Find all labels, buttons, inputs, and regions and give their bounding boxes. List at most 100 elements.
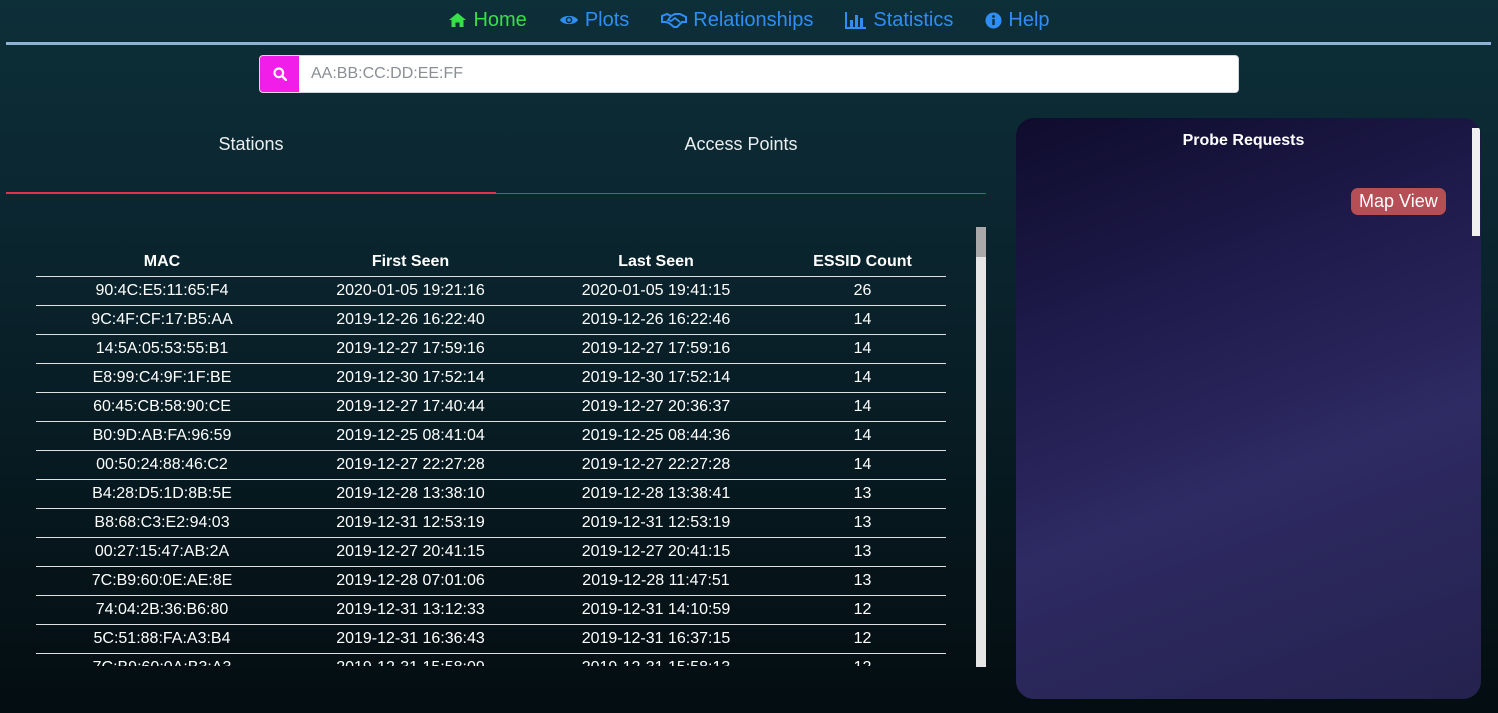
table-row[interactable]: B4:28:D5:1D:8B:5E 2019-12-28 13:38:10 2019…: [36, 479, 946, 509]
tab-stations[interactable]: Stations: [6, 118, 496, 194]
cell-essid-count: 12: [779, 653, 946, 666]
stations-table-container: MAC First Seen Last Seen ESSID Count 90:…: [36, 246, 946, 666]
cell-mac: 9C:4F:CF:17:B5:AA: [36, 305, 288, 335]
cell-first-seen: 2019-12-31 16:36:43: [288, 624, 533, 654]
tab-stations-label: Stations: [218, 134, 284, 154]
cell-first-seen: 2019-12-28 13:38:10: [288, 479, 533, 509]
home-icon: [449, 13, 467, 27]
cell-last-seen: 2019-12-27 20:41:15: [533, 537, 779, 567]
cell-mac: E8:99:C4:9F:1F:BE: [36, 363, 288, 393]
stations-table: MAC First Seen Last Seen ESSID Count 90:…: [36, 246, 946, 666]
table-row[interactable]: 9C:4F:CF:17:B5:AA 2019-12-26 16:22:40 2019…: [36, 305, 946, 335]
info-circle-icon: [985, 12, 1002, 28]
nav-divider: [6, 42, 1491, 45]
cell-first-seen: 2019-12-31 15:58:09: [288, 653, 533, 666]
cell-first-seen: 2019-12-27 17:40:44: [288, 392, 533, 422]
cell-last-seen: 2019-12-26 16:22:46: [533, 305, 779, 335]
cell-first-seen: 2019-12-31 13:12:33: [288, 595, 533, 625]
cell-mac: B8:68:C3:E2:94:03: [36, 508, 288, 538]
table-body: 90:4C:E5:11:65:F4 2020-01-05 19:21:16 2020…: [36, 276, 946, 666]
cell-mac: 90:4C:E5:11:65:F4: [36, 276, 288, 306]
cell-mac: 7C:B9:60:0A:B3:A3: [36, 653, 288, 666]
cell-essid-count: 14: [779, 334, 946, 364]
cell-essid-count: 14: [779, 392, 946, 422]
cell-last-seen: 2019-12-31 16:37:15: [533, 624, 779, 654]
active-tab-indicator: [6, 192, 496, 194]
table-row[interactable]: 60:45:CB:58:90:CE 2019-12-27 17:40:44 2019…: [36, 392, 946, 422]
nav-statistics-label: Statistics: [873, 8, 954, 31]
nav-plots-label: Plots: [584, 8, 630, 31]
cell-last-seen: 2019-12-31 15:58:13: [533, 653, 779, 666]
table-row[interactable]: 74:04:2B:36:B6:80 2019-12-31 13:12:33 2019…: [36, 595, 946, 625]
header-last-seen[interactable]: Last Seen: [533, 246, 779, 277]
nav-home-label: Home: [473, 8, 527, 31]
cell-mac: 74:04:2B:36:B6:80: [36, 595, 288, 625]
cell-mac: 5C:51:88:FA:A3:B4: [36, 624, 288, 654]
cell-last-seen: 2019-12-27 17:59:16: [533, 334, 779, 364]
eye-icon: [559, 15, 578, 25]
cell-last-seen: 2019-12-25 08:44:36: [533, 421, 779, 451]
nav-home[interactable]: Home: [448, 8, 527, 32]
table-row[interactable]: B0:9D:AB:FA:96:59 2019-12-25 08:41:04 2019…: [36, 421, 946, 451]
cell-first-seen: 2019-12-27 22:27:28: [288, 450, 533, 480]
table-row[interactable]: 5C:51:88:FA:A3:B4 2019-12-31 16:36:43 2019…: [36, 624, 946, 654]
nav-help-label: Help: [1008, 8, 1050, 31]
nav-plots[interactable]: Plots: [559, 9, 629, 32]
cell-essid-count: 13: [779, 537, 946, 567]
cell-last-seen: 2019-12-28 11:47:51: [533, 566, 779, 596]
cell-mac: 7C:B9:60:0E:AE:8E: [36, 566, 288, 596]
cell-essid-count: 14: [779, 421, 946, 451]
search-icon: [272, 67, 287, 81]
handshake-icon: [661, 12, 688, 28]
tab-bar-border: [496, 193, 986, 194]
cell-mac: 14:5A:05:53:55:B1: [36, 334, 288, 364]
cell-first-seen: 2019-12-26 16:22:40: [288, 305, 533, 335]
tab-bar: Stations Access Points: [6, 118, 986, 194]
table-row[interactable]: 90:4C:E5:11:65:F4 2020-01-05 19:21:16 2020…: [36, 276, 946, 306]
nav-relationships[interactable]: Relationships: [661, 9, 813, 32]
cell-first-seen: 2019-12-28 07:01:06: [288, 566, 533, 596]
cell-last-seen: 2019-12-31 14:10:59: [533, 595, 779, 625]
table-row[interactable]: 00:27:15:47:AB:2A 2019-12-27 20:41:15 2019…: [36, 537, 946, 567]
cell-last-seen: 2019-12-27 20:36:37: [533, 392, 779, 422]
table-scrollbar[interactable]: [976, 227, 986, 667]
mac-search-input[interactable]: [299, 55, 1239, 93]
table-row[interactable]: 14:5A:05:53:55:B1 2019-12-27 17:59:16 2019…: [36, 334, 946, 364]
table-row[interactable]: E8:99:C4:9F:1F:BE 2019-12-30 17:52:14 2019…: [36, 363, 946, 393]
header-mac[interactable]: MAC: [36, 246, 288, 277]
cell-first-seen: 2019-12-25 08:41:04: [288, 421, 533, 451]
cell-essid-count: 26: [779, 276, 946, 306]
cell-first-seen: 2019-12-27 20:41:15: [288, 537, 533, 567]
probe-requests-panel: Probe Requests Map View: [1016, 118, 1481, 699]
cell-last-seen: 2019-12-31 12:53:19: [533, 508, 779, 538]
panel-scrollbar[interactable]: [1472, 128, 1480, 236]
cell-mac: 00:27:15:47:AB:2A: [36, 537, 288, 567]
table-scroll-thumb[interactable]: [976, 227, 986, 257]
probe-requests-title: Probe Requests: [1182, 132, 1305, 149]
cell-first-seen: 2019-12-30 17:52:14: [288, 363, 533, 393]
search-button[interactable]: [259, 55, 299, 93]
cell-first-seen: 2020-01-05 19:21:16: [288, 276, 533, 306]
nav-help[interactable]: Help: [985, 8, 1050, 32]
table-row[interactable]: 7C:B9:60:0E:AE:8E 2019-12-28 07:01:06 2019…: [36, 566, 946, 596]
cell-essid-count: 12: [779, 624, 946, 654]
cell-first-seen: 2019-12-27 17:59:16: [288, 334, 533, 364]
header-first-seen[interactable]: First Seen: [288, 246, 533, 277]
cell-last-seen: 2019-12-30 17:52:14: [533, 363, 779, 393]
tab-access-points-label: Access Points: [684, 134, 798, 154]
cell-mac: B4:28:D5:1D:8B:5E: [36, 479, 288, 509]
nav-statistics[interactable]: Statistics: [845, 9, 953, 32]
cell-mac: B0:9D:AB:FA:96:59: [36, 421, 288, 451]
map-view-button[interactable]: Map View: [1351, 188, 1446, 215]
table-row[interactable]: 00:50:24:88:46:C2 2019-12-27 22:27:28 2019…: [36, 450, 946, 480]
table-row[interactable]: B8:68:C3:E2:94:03 2019-12-31 12:53:19 2019…: [36, 508, 946, 538]
cell-mac: 00:50:24:88:46:C2: [36, 450, 288, 480]
cell-essid-count: 13: [779, 479, 946, 509]
tab-access-points[interactable]: Access Points: [496, 118, 986, 194]
table-row[interactable]: 7C:B9:60:0A:B3:A32019-12-31 15:58:092019…: [36, 653, 946, 666]
cell-last-seen: 2019-12-28 13:38:41: [533, 479, 779, 509]
cell-essid-count: 13: [779, 508, 946, 538]
cell-essid-count: 12: [779, 595, 946, 625]
cell-essid-count: 14: [779, 450, 946, 480]
header-essid-count[interactable]: ESSID Count: [779, 246, 946, 277]
